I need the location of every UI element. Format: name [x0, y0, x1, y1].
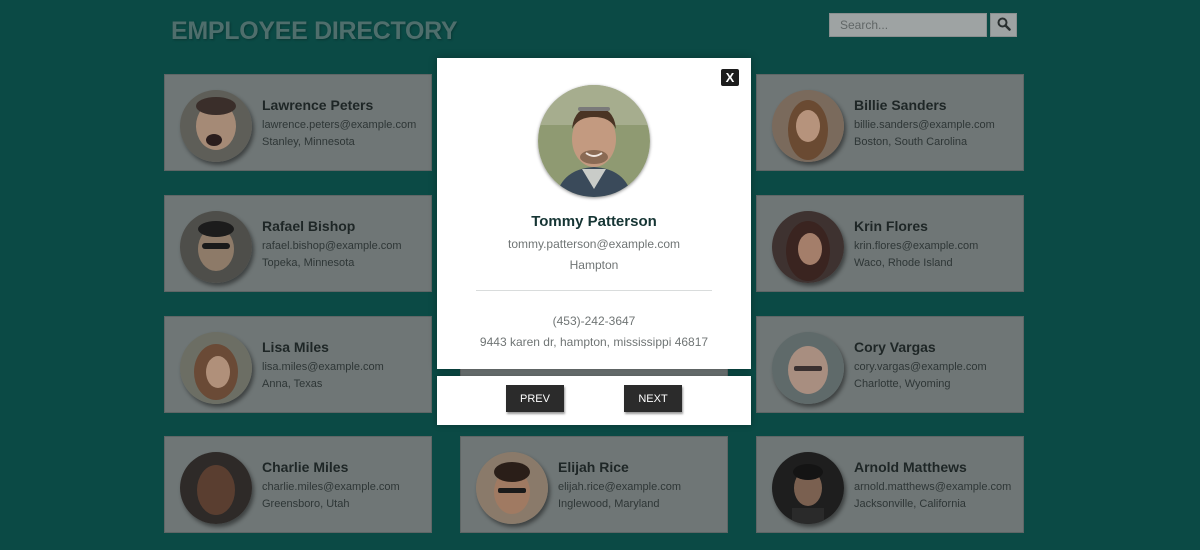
avatar [476, 452, 548, 524]
employee-card[interactable]: Lawrence Peters lawrence.peters@example.… [164, 74, 432, 171]
modal-avatar [538, 85, 650, 197]
modal-employee-email: tommy.patterson@example.com [507, 237, 681, 251]
next-button[interactable]: NEXT [624, 385, 682, 412]
employee-email: krin.flores@example.com [854, 240, 979, 252]
page-title: EMPLOYEE DIRECTORY [171, 17, 458, 45]
employee-location: Topeka, Minnesota [262, 257, 355, 269]
employee-name: Billie Sanders [854, 97, 947, 113]
employee-card[interactable]: Charlie Miles charlie.miles@example.com … [164, 436, 432, 533]
employee-directory-page: EMPLOYEE DIRECTORY Lawrence Peters lawre… [0, 0, 1200, 550]
avatar [772, 452, 844, 524]
employee-email: arnold.matthews@example.com [854, 481, 1012, 493]
employee-card[interactable]: Arnold Matthews arnold.matthews@example.… [756, 436, 1024, 533]
search-input[interactable] [829, 13, 987, 37]
employee-location: Boston, South Carolina [854, 136, 968, 148]
employee-name: Rafael Bishop [262, 218, 356, 234]
employee-location: Anna, Texas [262, 378, 323, 390]
avatar [180, 90, 252, 162]
employee-modal: X Tommy Patterson tommy.patterson@exampl… [437, 58, 751, 369]
search-icon [997, 17, 1011, 34]
modal-employee-city: Hampton [569, 258, 619, 272]
employee-name: Krin Flores [854, 218, 928, 234]
employee-card[interactable]: Elijah Rice elijah.rice@example.com Ingl… [460, 436, 728, 533]
employee-card[interactable]: Billie Sanders billie.sanders@example.co… [756, 74, 1024, 171]
employee-email: elijah.rice@example.com [558, 481, 682, 493]
avatar [772, 211, 844, 283]
prev-button[interactable]: PREV [506, 385, 564, 412]
avatar [180, 211, 252, 283]
employee-name: Lisa Miles [262, 339, 329, 355]
employee-email: billie.sanders@example.com [854, 119, 995, 131]
employee-name: Charlie Miles [262, 459, 349, 475]
employee-email: rafael.bishop@example.com [262, 240, 402, 252]
employee-card[interactable]: Cory Vargas cory.vargas@example.com Char… [756, 316, 1024, 413]
avatar [180, 452, 252, 524]
employee-email: cory.vargas@example.com [854, 361, 987, 373]
employee-email: lawrence.peters@example.com [262, 119, 417, 131]
avatar [772, 332, 844, 404]
employee-location: Inglewood, Maryland [558, 498, 660, 510]
divider [476, 290, 712, 291]
employee-location: Charlotte, Wyoming [854, 378, 951, 390]
employee-email: charlie.miles@example.com [262, 481, 400, 493]
modal-navigation: PREV NEXT [437, 376, 751, 425]
employee-location: Jacksonville, California [854, 498, 966, 510]
employee-card[interactable]: Lisa Miles lisa.miles@example.com Anna, … [164, 316, 432, 413]
employee-email: lisa.miles@example.com [262, 361, 384, 373]
modal-employee-name: Tommy Patterson [531, 213, 657, 230]
search-button[interactable] [990, 13, 1017, 37]
modal-employee-phone: (453)-242-3647 [552, 314, 636, 328]
employee-name: Lawrence Peters [262, 97, 374, 113]
employee-card[interactable]: Rafael Bishop rafael.bishop@example.com … [164, 195, 432, 292]
employee-name: Arnold Matthews [854, 459, 967, 475]
modal-employee-address: 9443 karen dr, hampton, mississippi 4681… [479, 335, 709, 349]
employee-location: Waco, Rhode Island [854, 257, 953, 269]
employee-name: Elijah Rice [558, 459, 629, 475]
avatar [180, 332, 252, 404]
employee-card[interactable]: Krin Flores krin.flores@example.com Waco… [756, 195, 1024, 292]
avatar [772, 90, 844, 162]
employee-name: Cory Vargas [854, 339, 936, 355]
employee-location: Greensboro, Utah [262, 498, 350, 510]
employee-location: Stanley, Minnesota [262, 136, 355, 148]
close-button[interactable]: X [721, 69, 739, 86]
